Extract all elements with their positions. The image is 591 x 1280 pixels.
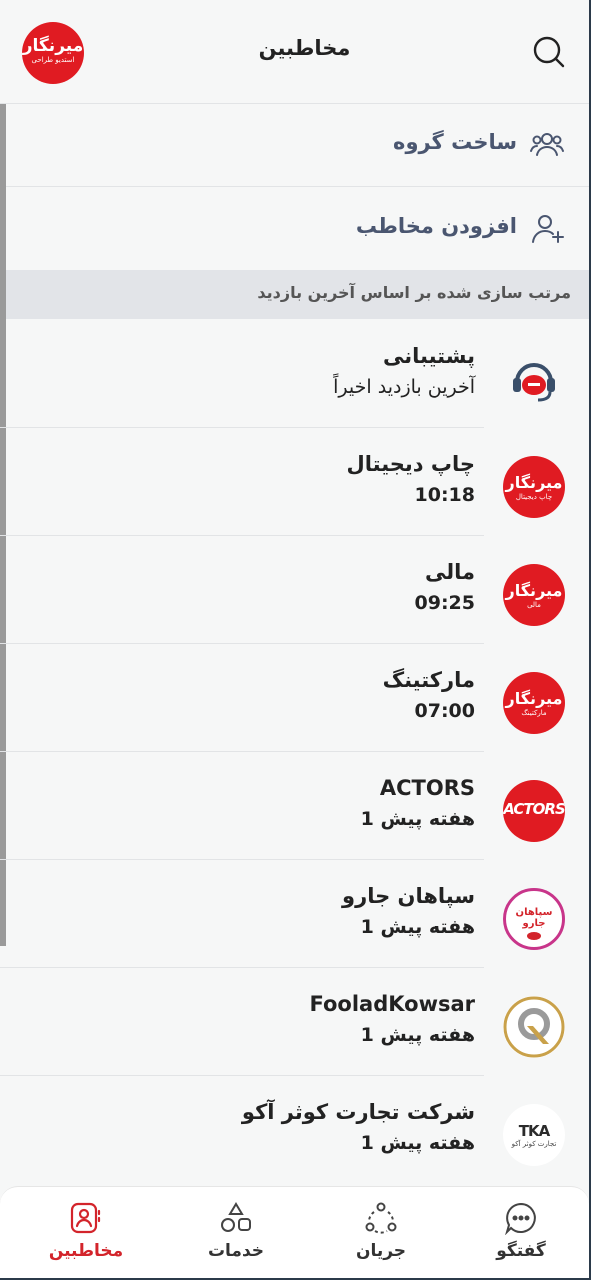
- contact-row[interactable]: TKA تجارت کوثر آکو شرکت تجارت کوثر آکو 1…: [0, 1076, 589, 1184]
- group-icon: [529, 126, 565, 162]
- nav-services[interactable]: خدمات: [186, 1201, 286, 1271]
- sort-section-header: مرتب سازی شده بر اساس آخرین بازدید: [6, 270, 589, 319]
- contact-row[interactable]: سپاهان جارو سپاهان جارو 1 هفته پیش: [0, 860, 589, 968]
- support-headset-icon: [503, 348, 565, 410]
- sort-section-title: مرتب سازی شده بر اساس آخرین بازدید: [257, 283, 571, 302]
- add-contact-button[interactable]: افزودن مخاطب: [0, 188, 589, 268]
- avatar-text: TKA: [518, 1122, 550, 1140]
- nav-label: گفتگو: [496, 1241, 546, 1261]
- flow-icon: [365, 1202, 397, 1234]
- divider: [6, 186, 589, 187]
- header: میرنگار استدیو طراحی مخاطبین: [0, 0, 589, 103]
- contact-last-seen: آخرین بازدید اخیراً: [333, 376, 475, 398]
- add-user-icon: [529, 210, 565, 246]
- contact-last-seen: 07:00: [414, 700, 475, 722]
- search-icon[interactable]: [531, 34, 567, 70]
- add-contact-label: افزودن مخاطب: [355, 214, 517, 238]
- fooladkowsar-logo: [503, 996, 565, 1058]
- bottom-nav: مخاطبین خدمات جریان گفتگو: [0, 1186, 589, 1278]
- nav-chat[interactable]: گفتگو: [471, 1201, 571, 1271]
- contact-last-seen: 1 هفته پیش: [360, 916, 475, 938]
- nav-label: خدمات: [207, 1241, 265, 1261]
- avatar-subtext: مارکتینگ: [521, 709, 547, 717]
- contact-row[interactable]: پشتیبانی آخرین بازدید اخیراً: [0, 320, 589, 428]
- contact-row[interactable]: میرنگار مارکتینگ مارکتینگ 07:00: [0, 644, 589, 752]
- contact-last-seen: 1 هفته پیش: [360, 1132, 475, 1154]
- contact-last-seen: 10:18: [414, 484, 475, 506]
- contact-name: چاپ دیجیتال: [346, 452, 475, 476]
- contact-name: FooladKowsar: [309, 992, 475, 1016]
- contact-name: پشتیبانی: [383, 344, 475, 368]
- avatar-subtext: چاپ دیجیتال: [515, 493, 553, 501]
- contact-name: سپاهان جارو: [342, 884, 475, 908]
- contact-name: مالی: [424, 560, 475, 584]
- avatar-subtext: تجارت کوثر آکو: [511, 1140, 557, 1148]
- avatar-text: میرنگار: [505, 473, 563, 492]
- avatar-text: سپاهان جارو: [515, 907, 553, 929]
- contact-row[interactable]: ACTORS ACTORS 1 هفته پیش: [0, 752, 589, 860]
- create-group-button[interactable]: ساخت گروه: [0, 104, 589, 184]
- page-title: مخاطبین: [258, 36, 351, 60]
- avatar-text: میرنگار: [505, 689, 563, 708]
- contact-last-seen: 1 هفته پیش: [360, 808, 475, 830]
- contact-avatar: میرنگار مالی: [503, 564, 565, 626]
- contact-last-seen: 1 هفته پیش: [360, 1024, 475, 1046]
- contacts-icon: [70, 1202, 101, 1234]
- avatar-text: میرنگار: [505, 581, 563, 600]
- contact-avatar: میرنگار چاپ دیجیتال: [503, 456, 565, 518]
- contact-avatar: TKA تجارت کوثر آکو: [503, 1104, 565, 1166]
- create-group-label: ساخت گروه: [393, 130, 517, 154]
- contact-last-seen: 09:25: [414, 592, 475, 614]
- avatar-subtext: مالی: [527, 601, 541, 609]
- nav-label: مخاطبین: [48, 1241, 124, 1261]
- contact-row[interactable]: FooladKowsar 1 هفته پیش: [0, 968, 589, 1076]
- contact-avatar: ACTORS: [503, 780, 565, 842]
- contact-row[interactable]: میرنگار مالی مالی 09:25: [0, 536, 589, 644]
- nav-contacts[interactable]: مخاطبین: [36, 1201, 136, 1271]
- chat-icon: [505, 1202, 536, 1235]
- contact-row[interactable]: میرنگار چاپ دیجیتال چاپ دیجیتال 10:18: [0, 428, 589, 536]
- contact-name: شرکت تجارت کوثر آکو: [241, 1100, 475, 1124]
- avatar-text: ACTORS: [503, 800, 565, 818]
- contact-avatar: سپاهان جارو: [503, 888, 565, 950]
- services-icon: [221, 1202, 251, 1232]
- nav-label: جریان: [355, 1241, 407, 1261]
- contact-name: مارکتینگ: [382, 668, 475, 692]
- contact-avatar: میرنگار مارکتینگ: [503, 672, 565, 734]
- nav-flow[interactable]: جریان: [331, 1201, 431, 1271]
- contact-name: ACTORS: [379, 776, 475, 800]
